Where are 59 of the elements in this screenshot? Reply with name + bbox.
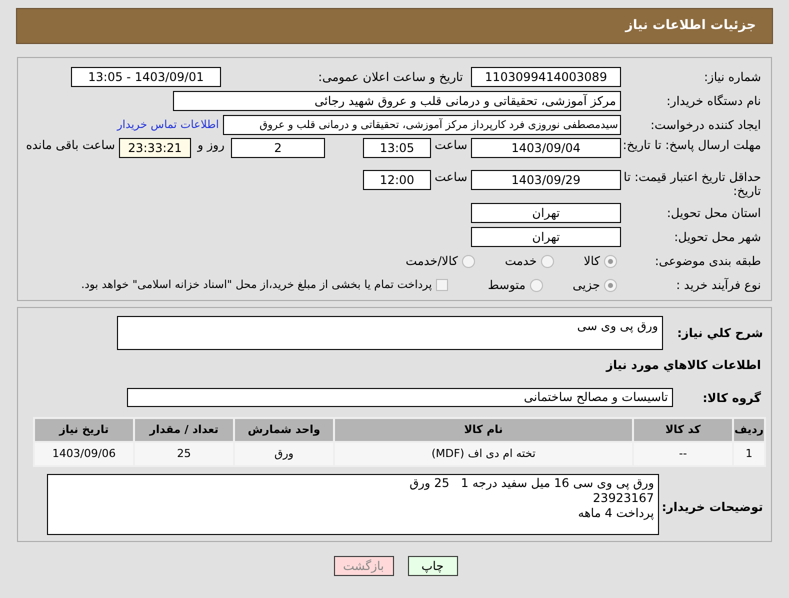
radio-button[interactable] (604, 278, 617, 292)
radio-label: جزیی (572, 277, 600, 294)
contact-link[interactable]: اطلاعات تماس خریدار (117, 116, 223, 134)
table-cell: 25 (134, 442, 234, 466)
field-label: گروه کالا: (702, 390, 762, 406)
radio-label: متوسط (488, 277, 526, 294)
field-label: نوع فرآیند خرید : (675, 278, 761, 292)
page-title: جزئیات اطلاعات نیاز (625, 17, 756, 36)
text-field[interactable]: 2 (231, 138, 325, 158)
field-label: حداقل تاریخ اعتبار قیمت: تا تاریخ: (622, 170, 761, 198)
table-cell: -- (633, 442, 733, 466)
column-header: ردیف (733, 418, 765, 442)
section-heading: اطلاعات کالاهاي مورد نياز (604, 357, 762, 374)
text-field[interactable]: 1403/09/29 (471, 170, 621, 190)
field-label: ایجاد کننده درخواست: (649, 118, 761, 132)
field-label: ساعت (434, 138, 468, 152)
text-field[interactable]: 12:00 (363, 170, 431, 190)
countdown-field[interactable]: 23:33:21 (119, 138, 191, 158)
radio-button[interactable] (530, 278, 543, 292)
table-cell: 1 (733, 442, 765, 466)
field-label: نام دستگاه خریدار: (666, 94, 761, 108)
text-field[interactable]: تهران (471, 203, 621, 223)
field-label: روز و (196, 138, 226, 152)
text-field[interactable]: 1103099414003089 (471, 67, 621, 87)
text-field[interactable]: 13:05 (363, 138, 431, 158)
radio-button[interactable] (604, 254, 617, 268)
table-cell: 1403/09/06 (34, 442, 134, 466)
field-label: ساعت (434, 170, 468, 184)
radio-label: کالا/خدمت (406, 253, 458, 270)
print-button[interactable]: چاپ (408, 556, 458, 576)
column-header: تاریخ نیاز (34, 418, 134, 442)
table-cell: تخته ام دی اف (MDF) (334, 442, 633, 466)
text-field[interactable]: مرکز آموزشی، تحقیقاتی و درمانی قلب و عروق شهید رجائی (173, 91, 621, 111)
field-label: شرح کلي نياز: (676, 325, 763, 342)
checkbox-label: پرداخت تمام یا بخشی از مبلغ خرید،از محل "اسناد خزانه اسلامی" خواهد بود. (81, 276, 432, 293)
column-header: واحد شمارش (234, 418, 334, 442)
field-label: استان محل تحویل: (666, 206, 761, 220)
text-area[interactable]: ورق پی وی سی (117, 316, 663, 350)
field-label: توضیحات خریدار: (660, 499, 763, 516)
text-field[interactable]: 1403/09/01 - 13:05 (71, 67, 221, 87)
field-label: مهلت ارسال پاسخ: تا تاریخ: (622, 138, 761, 152)
field-label: شهر محل تحویل: (673, 230, 761, 244)
field-label: تاریخ و ساعت اعلان عمومی: (317, 70, 464, 84)
field-label: طبقه بندی موضوعی: (654, 254, 761, 268)
text-field[interactable]: تاسیسات و مصالح ساختمانی (127, 388, 673, 407)
radio-label: خدمت (504, 253, 537, 270)
radio-label: کالا (584, 253, 600, 270)
column-header: کد کالا (633, 418, 733, 442)
radio-button[interactable] (540, 254, 554, 268)
table-cell: ورق (234, 442, 334, 466)
radio-button[interactable] (462, 254, 475, 268)
checkbox[interactable] (436, 279, 448, 291)
field-label: ساعت باقی مانده (24, 138, 116, 152)
text-field[interactable]: سیدمصطفی نوروزی فرد کارپرداز مرکز آموزشی، تحقیقاتی و درمانی قلب و عروق (223, 115, 621, 135)
column-header: تعداد / مقدار (134, 418, 234, 442)
column-header: نام کالا (334, 418, 633, 442)
field-label: شماره نیاز: (703, 70, 761, 84)
text-field[interactable]: تهران (471, 227, 621, 247)
text-field[interactable]: 1403/09/04 (471, 138, 621, 158)
